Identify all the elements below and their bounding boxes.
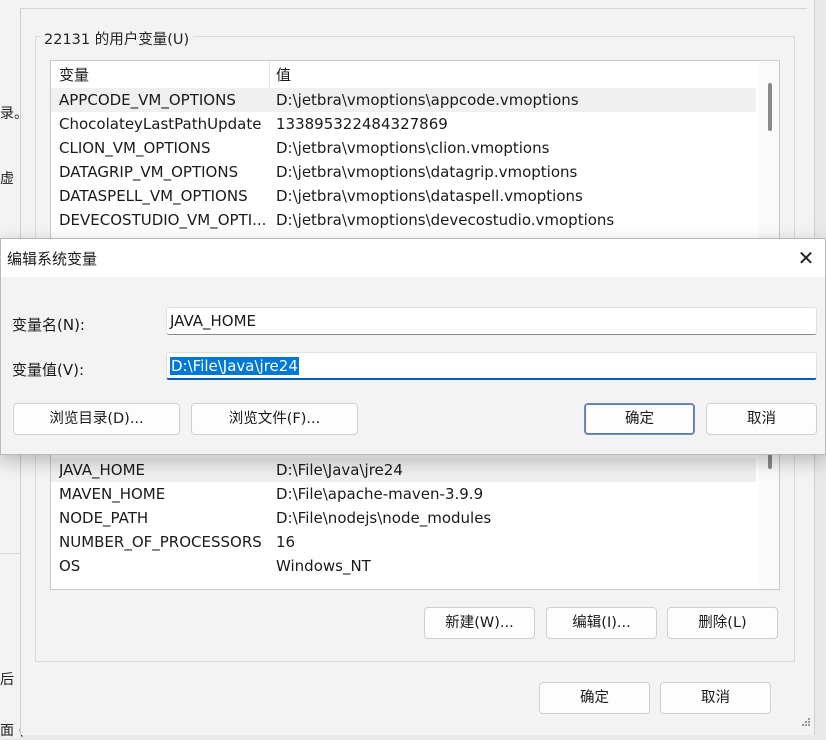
variable-value: D:\jetbra\vmoptions\dataspell.vmoptions: [276, 187, 583, 205]
user-variables-group-title: 22131 的用户变量(U): [40, 28, 194, 49]
variable-value-label: 变量值(V):: [12, 361, 85, 379]
window-top-edge: [20, 0, 807, 9]
variable-name: CLION_VM_OPTIONS: [59, 139, 211, 157]
variable-name: NUMBER_OF_PROCESSORS: [59, 533, 262, 551]
variable-value: 16: [276, 533, 296, 551]
variable-value: D:\jetbra\vmoptions\devecostudio.vmoptio…: [276, 211, 615, 229]
selected-value-text: D:\File\Java\jre24: [170, 357, 299, 375]
variable-name: ChocolateyLastPathUpdate: [59, 115, 262, 133]
column-separator[interactable]: [269, 61, 270, 89]
list-item[interactable]: DEVECOSTUDIO_VM_OPTI... D:\jetbra\vmopti…: [51, 208, 756, 232]
scrollbar-thumb-lower[interactable]: [768, 453, 772, 469]
list-item[interactable]: NUMBER_OF_PROCESSORS 16: [51, 530, 756, 554]
dialog-cancel-button[interactable]: 取消: [706, 403, 817, 435]
env-ok-button[interactable]: 确定: [539, 682, 650, 714]
list-item[interactable]: DATAGRIP_VM_OPTIONS D:\jetbra\vmoptions\…: [51, 160, 756, 184]
variable-value: D:\jetbra\vmoptions\datagrip.vmoptions: [276, 163, 578, 181]
list-item[interactable]: NODE_PATH D:\File\nodejs\node_modules: [51, 506, 756, 530]
dialog-ok-button[interactable]: 确定: [584, 403, 695, 435]
browse-directory-button[interactable]: 浏览目录(D)...: [13, 403, 180, 435]
variable-value: D:\File\Java\jre24: [276, 461, 403, 479]
variable-name: NODE_PATH: [59, 509, 149, 527]
list-item[interactable]: OS Windows_NT: [51, 554, 756, 578]
variable-value: 133895322484327869: [276, 115, 448, 133]
dialog-titlebar[interactable]: 编辑系统变量 ✕: [1, 239, 825, 277]
list-item[interactable]: CLION_VM_OPTIONS D:\jetbra\vmoptions\cli…: [51, 136, 756, 160]
variable-name: DATAGRIP_VM_OPTIONS: [59, 163, 239, 181]
parent-divider: [0, 553, 20, 554]
close-icon[interactable]: ✕: [793, 245, 819, 271]
parent-text-fragment: 虚: [0, 171, 14, 187]
parent-text-fragment: 后: [0, 672, 14, 688]
column-header-value[interactable]: 值: [276, 61, 751, 89]
list-item[interactable]: MAVEN_HOME D:\File\apache-maven-3.9.9: [51, 482, 756, 506]
list-item[interactable]: JAVA_HOME D:\File\Java\jre24: [51, 458, 756, 482]
list-item[interactable]: APPCODE_VM_OPTIONS D:\jetbra\vmoptions\a…: [51, 88, 756, 112]
variable-value: D:\File\nodejs\node_modules: [276, 509, 492, 527]
scrollbar-thumb[interactable]: [768, 83, 772, 131]
variable-value: D:\jetbra\vmoptions\clion.vmoptions: [276, 139, 550, 157]
env-cancel-button[interactable]: 取消: [660, 682, 771, 714]
list-item[interactable]: ChocolateyLastPathUpdate 133895322484327…: [51, 112, 756, 136]
delete-button[interactable]: 删除(L): [667, 607, 778, 639]
variable-name: APPCODE_VM_OPTIONS: [59, 91, 236, 109]
dialog-title: 编辑系统变量: [7, 250, 98, 268]
variable-value: Windows_NT: [276, 557, 371, 575]
variable-name-label: 变量名(N):: [12, 316, 85, 334]
variable-value: D:\jetbra\vmoptions\appcode.vmoptions: [276, 91, 579, 109]
variable-value-input[interactable]: D:\File\Java\jre24: [166, 352, 817, 380]
column-header-variable[interactable]: 变量: [59, 61, 269, 89]
variable-value: D:\File\apache-maven-3.9.9: [276, 485, 484, 503]
variable-name: OS: [59, 557, 81, 575]
variable-name-input[interactable]: JAVA_HOME: [166, 307, 817, 335]
list-header: 变量 值: [51, 61, 756, 90]
variable-name: MAVEN_HOME: [59, 485, 166, 503]
variable-name: DEVECOSTUDIO_VM_OPTI...: [59, 211, 267, 229]
browse-file-button[interactable]: 浏览文件(F)...: [191, 403, 358, 435]
variable-name: DATASPELL_VM_OPTIONS: [59, 187, 248, 205]
list-item[interactable]: DATASPELL_VM_OPTIONS D:\jetbra\vmoptions…: [51, 184, 756, 208]
edit-button[interactable]: 编辑(I)...: [546, 607, 657, 639]
variable-name: JAVA_HOME: [59, 461, 146, 479]
new-button[interactable]: 新建(W)...: [424, 607, 535, 639]
resize-grip-icon[interactable]: [800, 716, 812, 728]
edit-system-variable-dialog: 编辑系统变量 ✕ 变量名(N): JAVA_HOME 变量值(V): D:\Fi…: [0, 238, 826, 455]
